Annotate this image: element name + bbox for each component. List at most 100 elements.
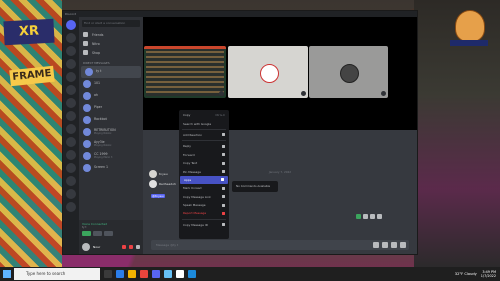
server-icon[interactable]	[66, 189, 76, 199]
friends-icon	[83, 32, 88, 37]
weather-widget[interactable]: 32°F Cloudy	[455, 272, 477, 276]
message-placeholder: Message @ty t	[156, 243, 179, 247]
menu-item-copy[interactable]: Copy Ctrl+C	[179, 111, 229, 119]
context-menu: Copy Ctrl+C Search with Google Add Reacti…	[179, 110, 229, 239]
mic-icon	[381, 91, 386, 96]
menu-item-copy-link[interactable]: Copy Message Link	[179, 193, 229, 201]
nitro-icon	[83, 41, 88, 46]
gif-icon[interactable]	[382, 242, 388, 248]
dm-item[interactable]: 101	[79, 78, 143, 90]
steam-icon[interactable]	[164, 270, 172, 278]
message-input[interactable]: Message @ty t	[151, 240, 409, 250]
nav-friends[interactable]: Friends	[79, 30, 143, 39]
menu-item-add-reaction[interactable]: Add Reaction	[179, 131, 229, 139]
pin-icon	[222, 170, 225, 174]
chrome-icon[interactable]	[140, 270, 148, 278]
chevron-right-icon	[222, 133, 225, 137]
gift-icon[interactable]	[373, 242, 379, 248]
menu-item-search-google[interactable]: Search with Google	[179, 119, 229, 127]
message-avatar	[149, 170, 157, 178]
menu-item-copy-id[interactable]: Copy Message ID	[179, 221, 229, 229]
dm-status: Playing Mario 3	[94, 156, 113, 160]
server-icon[interactable]	[66, 98, 76, 108]
sticker-icon[interactable]	[391, 242, 397, 248]
home-button[interactable]	[66, 20, 76, 30]
menu-item-pin[interactable]: Pin Message	[179, 167, 229, 175]
server-icon[interactable]	[66, 176, 76, 186]
deafen-icon[interactable]	[129, 245, 133, 249]
video-tile-screenshare[interactable]	[144, 46, 226, 98]
server-icon[interactable]	[66, 124, 76, 134]
edit-icon[interactable]	[370, 214, 375, 219]
dm-item[interactable]: ah	[79, 90, 143, 102]
nav-shop[interactable]: Shop	[79, 48, 143, 57]
server-icon[interactable]	[66, 202, 76, 212]
dm-item[interactable]: CC 1999 Playing Mario 3	[79, 150, 143, 162]
dm-sidebar: Find or start a conversation Friends Nit…	[79, 17, 143, 254]
store-icon[interactable]	[188, 270, 196, 278]
file-explorer-icon[interactable]	[128, 270, 136, 278]
dm-name: Rockbot	[94, 117, 107, 122]
dm-item[interactable]: Rockbot	[79, 114, 143, 126]
menu-item-mark-unread[interactable]: Mark Unread	[179, 184, 229, 192]
video-tile-user[interactable]	[309, 46, 388, 98]
discord-icon[interactable]	[152, 270, 160, 278]
shop-icon	[83, 50, 88, 55]
menu-item-apps[interactable]: Apps	[180, 175, 228, 185]
server-icon[interactable]	[66, 85, 76, 95]
dm-item[interactable]: RETRIBUTION Playing Roblox	[79, 126, 143, 138]
activity-button[interactable]	[104, 231, 113, 236]
menu-label: Copy Message Link	[183, 194, 211, 199]
dm-item[interactable]: ty t	[81, 66, 141, 78]
screen-share-button[interactable]	[93, 231, 102, 236]
roblox-icon[interactable]	[176, 270, 184, 278]
menu-item-forward[interactable]: Forward	[179, 151, 229, 159]
video-button[interactable]	[82, 231, 91, 236]
react-icon[interactable]	[356, 214, 361, 219]
forward-icon	[222, 153, 225, 157]
taskbar-search-input[interactable]: Type here to search	[14, 268, 100, 280]
discord-window: Discord Find or start a conversation Fri…	[62, 10, 418, 255]
dm-item[interactable]: Ayy3ie Playing Roblox	[79, 138, 143, 150]
avatar	[83, 152, 91, 160]
mention-pill[interactable]: @tnyeu	[151, 194, 165, 198]
server-icon[interactable]	[66, 150, 76, 160]
server-icon[interactable]	[66, 163, 76, 173]
edge-icon[interactable]	[116, 270, 124, 278]
server-icon[interactable]	[66, 137, 76, 147]
server-list	[63, 17, 79, 254]
nav-label: Shop	[92, 50, 101, 55]
server-icon[interactable]	[66, 59, 76, 69]
menu-label: Search with Google	[183, 121, 212, 126]
emoji-icon[interactable]	[400, 242, 406, 248]
menu-item-reply[interactable]: Reply	[179, 142, 229, 150]
server-icon[interactable]	[66, 46, 76, 56]
search-input[interactable]: Find or start a conversation	[82, 20, 140, 27]
user-avatar[interactable]	[82, 243, 90, 251]
menu-label: Add Reaction	[183, 132, 203, 137]
task-view-icon[interactable]	[104, 270, 112, 278]
video-tile-user[interactable]	[228, 46, 308, 98]
menu-item-speak[interactable]: Speak Message	[179, 201, 229, 209]
apps-submenu: No Commands Available	[232, 181, 278, 192]
menu-label: Apps	[184, 177, 192, 182]
dm-item[interactable]: Screen 1	[79, 162, 143, 174]
settings-gear-icon[interactable]	[136, 245, 140, 249]
mute-icon[interactable]	[122, 245, 126, 249]
nav-label: Friends	[92, 32, 104, 37]
server-icon[interactable]	[66, 33, 76, 43]
menu-item-report[interactable]: Report Message	[179, 209, 229, 217]
server-icon[interactable]	[66, 111, 76, 121]
server-icon[interactable]	[66, 72, 76, 82]
clock-date: 1/7/2022	[480, 274, 496, 278]
unread-icon	[222, 186, 225, 190]
dm-item[interactable]: Piper	[79, 102, 143, 114]
clock[interactable]: 3:49 PM 1/7/2022	[481, 270, 496, 278]
nav-nitro[interactable]: Nitro	[79, 39, 143, 48]
more-icon[interactable]	[377, 214, 382, 219]
windows-start-icon[interactable]	[3, 270, 11, 278]
reply-icon[interactable]	[363, 214, 368, 219]
user-panel: Nour	[79, 240, 143, 254]
menu-item-copy-text[interactable]: Copy Text	[179, 159, 229, 167]
taskbar: Type here to search 32°F Cloudy 3:49 PM …	[0, 267, 500, 281]
